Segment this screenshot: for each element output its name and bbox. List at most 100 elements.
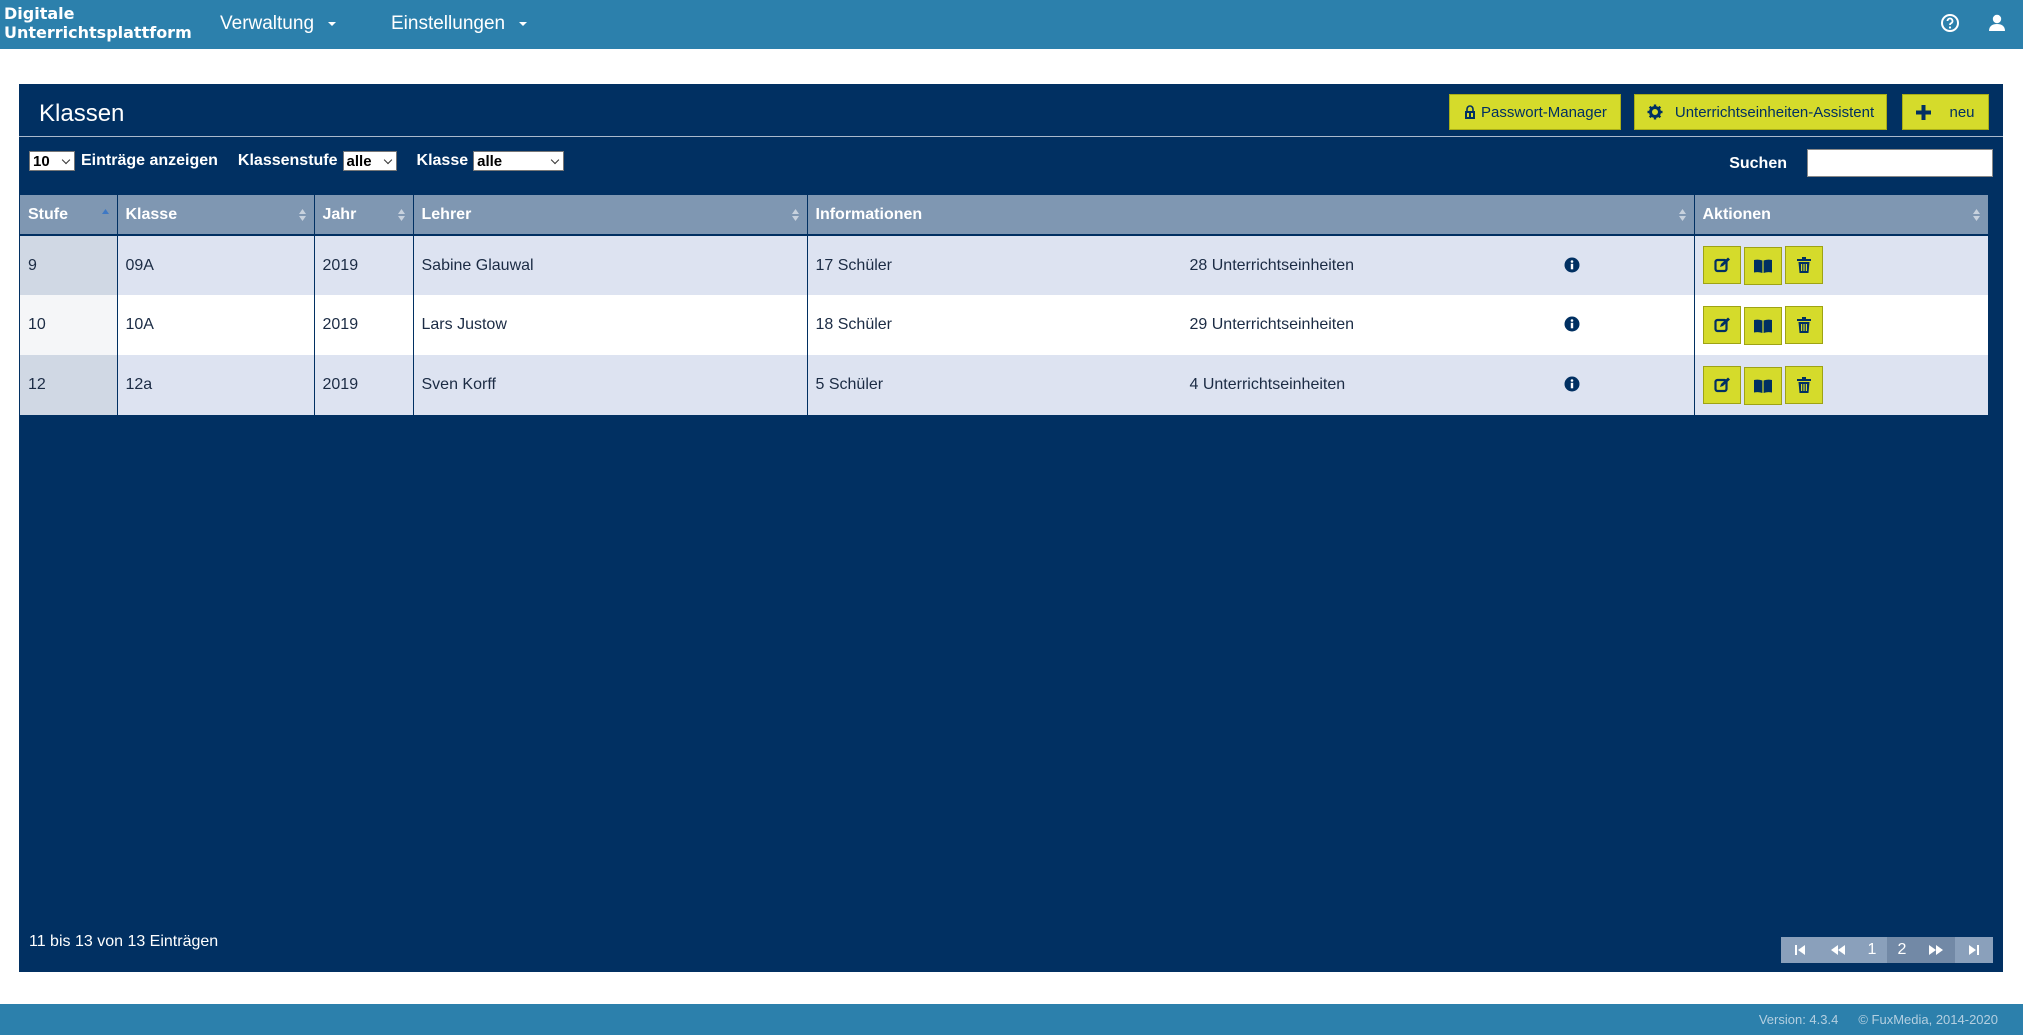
cell-informationen: 18 Schüler 29 Unterrichtseinheiten [807, 295, 1695, 355]
pagination: 1 2 [1781, 937, 1993, 963]
info-icon[interactable] [1564, 316, 1580, 332]
version-label: Version: 4.3.4 [1758, 1012, 1839, 1027]
col-stufe-label: Stufe [28, 205, 68, 223]
page-size-value: 10 [33, 152, 50, 170]
table-info: 11 bis 13 von 13 Einträgen [29, 933, 219, 950]
version-info: Version: 4.3.4 © FuxMedia, 2014-2020 [1759, 1012, 1998, 1027]
top-navbar: Digitale Unterrichtsplattform Verwaltung… [0, 0, 2023, 49]
sort-icon [397, 209, 405, 221]
page-size-label: Einträge anzeigen [81, 152, 218, 169]
col-stufe[interactable]: Stufe [20, 195, 118, 236]
header-divider [19, 136, 2003, 137]
first-page-button[interactable] [1781, 937, 1819, 963]
new-button[interactable]: neu [1902, 94, 1989, 130]
cell-jahr: 2019 [314, 235, 414, 295]
unit-count: 4 Unterrichtseinheiten [1189, 376, 1346, 393]
cell-jahr: 2019 [314, 355, 414, 415]
delete-button[interactable] [1784, 305, 1823, 344]
info-icon[interactable] [1564, 376, 1580, 392]
first-page-icon [1795, 945, 1805, 955]
nav-verwaltung[interactable]: Verwaltung [220, 13, 337, 35]
sort-icon [791, 209, 799, 221]
new-label: neu [1949, 103, 1975, 121]
trash-icon [1796, 257, 1811, 273]
cell-jahr: 2019 [314, 295, 414, 355]
grade-label: Klassenstufe [237, 152, 338, 169]
student-count: 5 Schüler [815, 376, 884, 393]
assistant-label: Unterrichtseinheiten-Assistent [1674, 103, 1875, 121]
delete-button[interactable] [1784, 246, 1823, 284]
col-jahr-label: Jahr [322, 205, 357, 223]
assistant-button[interactable]: Unterrichtseinheiten-Assistent [1634, 94, 1887, 130]
edit-icon [1713, 317, 1730, 332]
student-count: 17 Schüler [815, 256, 893, 274]
cell-stufe: 9 [20, 235, 118, 295]
next-page-icon [1929, 945, 1943, 955]
cell-klasse: 10A [117, 295, 315, 355]
classes-table: Stufe Klasse Jahr Lehrer Informationen A… [20, 195, 1989, 415]
last-page-button[interactable] [1955, 937, 1993, 963]
grade-select[interactable]: alle [342, 151, 397, 171]
cell-lehrer: Lars Justow [413, 295, 808, 355]
page-button-2[interactable]: 2 [1887, 937, 1917, 963]
classes-panel: Klassen Passwort-Manager Unterrichtseinh… [19, 84, 2003, 972]
book-icon [1753, 319, 1772, 333]
last-page-icon [1969, 945, 1979, 955]
col-jahr[interactable]: Jahr [314, 195, 414, 236]
cell-klasse: 09A [117, 235, 315, 295]
edit-button[interactable] [1702, 246, 1741, 284]
edit-button[interactable] [1702, 365, 1741, 404]
sort-icon [298, 209, 306, 221]
col-informationen-label: Informationen [815, 205, 923, 223]
col-klasse-label: Klasse [125, 205, 178, 223]
book-icon [1753, 259, 1772, 273]
cell-informationen: 17 Schüler 28 Unterrichtseinheiten [807, 235, 1695, 295]
prev-page-button[interactable] [1819, 937, 1857, 963]
chevron-down-icon [61, 155, 71, 165]
brand-logo[interactable]: Digitale Unterrichtsplattform [4, 4, 192, 42]
units-button[interactable] [1743, 366, 1782, 405]
page-button-1[interactable]: 1 [1857, 937, 1887, 963]
table-row: 9 09A 2019 Sabine Glauwal 17 Schüler 28 … [20, 235, 1989, 295]
password-manager-button[interactable]: Passwort-Manager [1449, 94, 1621, 130]
col-aktionen[interactable]: Aktionen [1694, 195, 1989, 236]
copyright-label: © FuxMedia, 2014-2020 [1858, 1012, 1998, 1027]
class-select[interactable]: alle [473, 151, 565, 171]
cell-aktionen [1694, 355, 1989, 415]
cell-stufe: 12 [20, 355, 118, 415]
units-button[interactable] [1743, 247, 1782, 285]
next-page-button[interactable] [1917, 937, 1955, 963]
delete-button[interactable] [1784, 365, 1823, 404]
sort-icon [1678, 209, 1686, 221]
student-count: 18 Schüler [815, 316, 893, 333]
nav-verwaltung-label: Verwaltung [220, 13, 315, 34]
unit-count: 29 Unterrichtseinheiten [1189, 316, 1355, 333]
table-row: 10 10A 2019 Lars Justow 18 Schüler 29 Un… [20, 295, 1989, 355]
footer-bar: Version: 4.3.4 © FuxMedia, 2014-2020 [0, 1004, 2023, 1035]
page-size-select[interactable]: 10 [29, 151, 75, 171]
user-icon[interactable] [1986, 12, 2008, 34]
nav-einstellungen[interactable]: Einstellungen [391, 13, 528, 35]
class-label: Klasse [416, 152, 469, 169]
cell-klasse: 12a [117, 355, 315, 415]
col-lehrer-label: Lehrer [421, 205, 472, 223]
table-row: 12 12a 2019 Sven Korff 5 Schüler 4 Unter… [20, 355, 1989, 415]
units-button[interactable] [1743, 306, 1782, 345]
search-input[interactable] [1807, 149, 1993, 177]
edit-icon [1713, 257, 1730, 273]
search-label: Suchen [1729, 155, 1787, 172]
brand-line1: Digitale [4, 4, 75, 23]
cell-aktionen [1694, 235, 1989, 295]
nav-einstellungen-label: Einstellungen [391, 13, 506, 34]
chevron-down-icon [383, 155, 392, 165]
filter-bar: 10 Einträge anzeigen Klassenstufe alle K… [29, 151, 570, 171]
help-icon[interactable] [1939, 12, 1961, 34]
edit-button[interactable] [1702, 305, 1741, 344]
col-klasse[interactable]: Klasse [117, 195, 315, 236]
info-icon[interactable] [1564, 257, 1580, 273]
col-lehrer[interactable]: Lehrer [413, 195, 808, 236]
plus-icon [1916, 104, 1932, 120]
gear-icon [1647, 104, 1663, 120]
class-value: alle [477, 152, 503, 170]
col-informationen[interactable]: Informationen [807, 195, 1695, 236]
